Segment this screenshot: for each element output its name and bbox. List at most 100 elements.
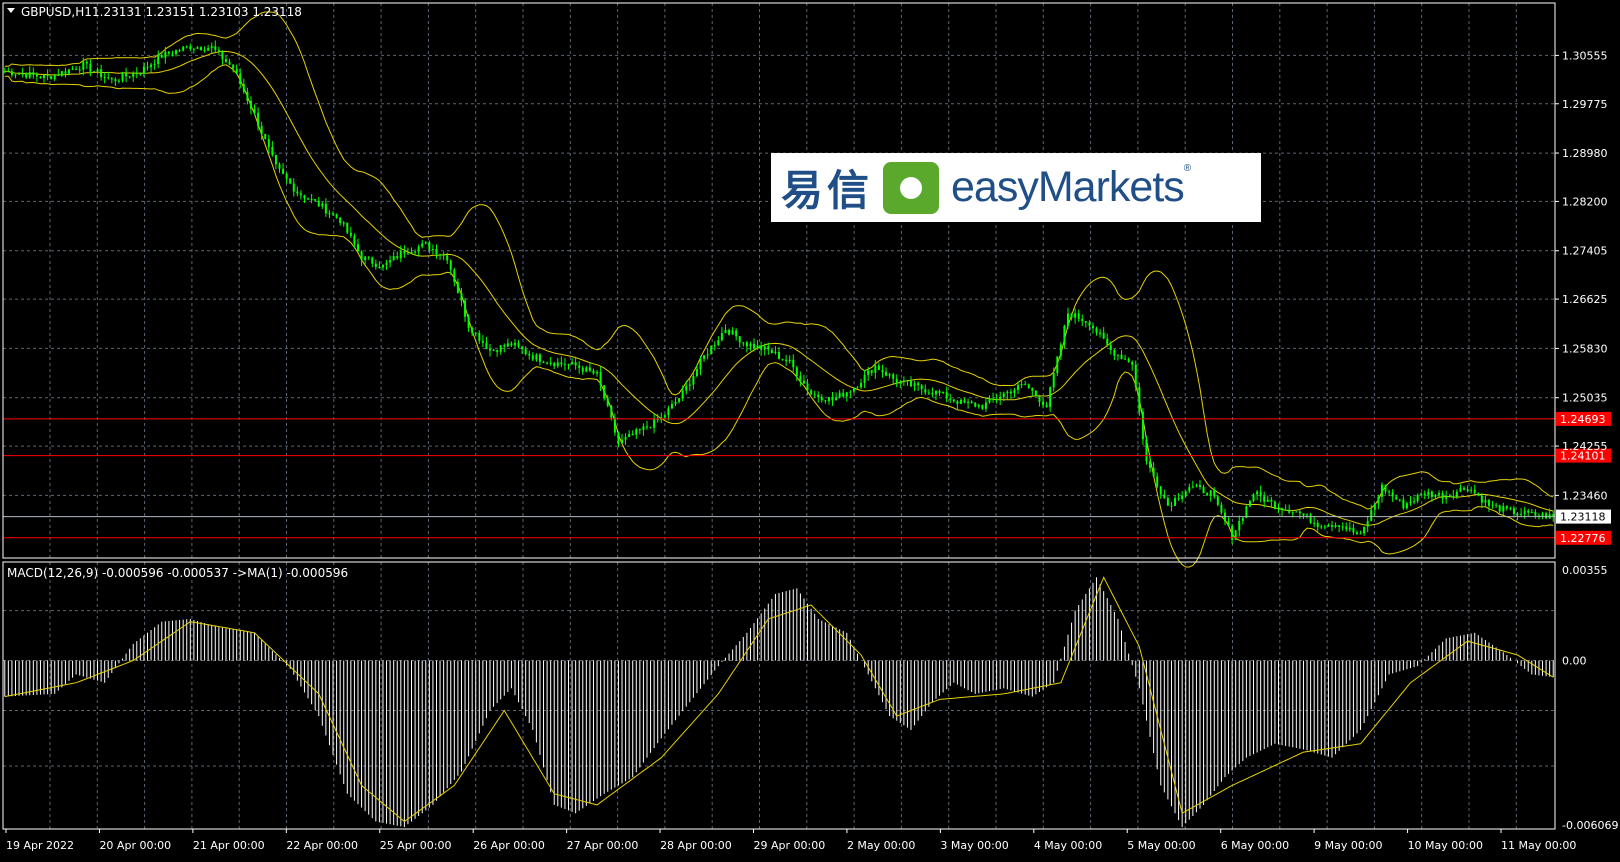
candle-body (1466, 489, 1469, 491)
candle-body (738, 336, 741, 343)
candle-body (999, 396, 1002, 400)
candle-body (624, 437, 627, 440)
bollinger-bands (4, 11, 1554, 568)
candle-body (1498, 505, 1501, 512)
macd-tick-label: 0.00 (1562, 655, 1587, 668)
candle-body (1302, 513, 1305, 516)
candle-body (628, 433, 631, 438)
candle-body (189, 46, 192, 50)
candle-body (299, 193, 302, 196)
candle-body (728, 329, 731, 335)
candle-body (553, 363, 556, 367)
candle-body (100, 69, 103, 78)
candle-body (1248, 501, 1251, 507)
candle-body (1327, 525, 1330, 527)
current-price-label: 1.23118 (1560, 511, 1606, 524)
candle-body (742, 342, 745, 344)
candle-body (1227, 521, 1230, 526)
candle-body (1138, 387, 1141, 412)
candle-body (1102, 332, 1105, 339)
candle-body (1273, 501, 1276, 509)
candle-body (1341, 526, 1344, 528)
candle-body (1484, 500, 1487, 503)
candle-body (406, 253, 409, 255)
candle-body (160, 55, 163, 58)
candle-body (403, 251, 406, 254)
candle-body (164, 51, 167, 58)
candle-body (1438, 493, 1441, 495)
candle-body (1448, 496, 1451, 498)
candle-body (260, 126, 263, 134)
candle-body (1405, 503, 1408, 509)
candle-body (1149, 461, 1152, 468)
candle-body (1288, 509, 1291, 513)
candle-body (435, 249, 438, 255)
candle-body (1045, 405, 1048, 407)
macd-tick-label: 0.00355 (1562, 564, 1608, 577)
candle-body (232, 64, 235, 69)
candle-body (517, 342, 520, 347)
candle-body (852, 388, 855, 392)
candle-body (959, 399, 962, 404)
candle-body (574, 362, 577, 366)
candle-body (353, 235, 356, 245)
main-panel-frame (2, 2, 1556, 559)
candle-body (1017, 385, 1020, 390)
candle-body (571, 362, 574, 365)
candle-body (631, 433, 634, 435)
candle-body (785, 359, 788, 362)
candle-body (392, 256, 395, 261)
candle-body (988, 398, 991, 403)
candle-body (1338, 525, 1341, 527)
candle-body (596, 372, 599, 374)
candle-body (992, 398, 995, 400)
candle-body (274, 155, 277, 165)
time-tick-label: 10 May 00:00 (1408, 839, 1483, 852)
candle-body (335, 214, 338, 218)
candle-body (1199, 485, 1202, 488)
candle-body (1095, 328, 1098, 333)
candle-body (606, 398, 609, 406)
candle-body (385, 262, 388, 266)
candle-body (1234, 530, 1237, 540)
candle-body (681, 390, 684, 399)
time-axis: 19 Apr 2022 20 Apr 00:00 21 Apr 00:00 22 Ap… (5, 829, 1576, 852)
candle-body (1081, 318, 1084, 322)
candle-body (845, 392, 848, 397)
candle-body (542, 361, 545, 363)
candle-body (431, 249, 434, 251)
candle-body (799, 376, 802, 381)
symbol-dropdown-icon[interactable] (7, 8, 15, 13)
candle-body (1295, 511, 1298, 513)
candle-body (14, 74, 17, 76)
candle-body (860, 383, 863, 388)
candle-body (1552, 513, 1555, 516)
candle-body (1188, 487, 1191, 492)
candle-body (1470, 489, 1473, 491)
candles (3, 40, 1555, 545)
candle-body (560, 362, 563, 365)
candle-body (424, 242, 427, 244)
candle-body (1459, 488, 1462, 492)
candle-body (688, 384, 691, 386)
candle-body (1413, 501, 1416, 503)
candle-body (1106, 338, 1109, 345)
candle-body (817, 394, 820, 397)
candle-body (1359, 533, 1362, 535)
candle-body (1395, 496, 1398, 500)
candle-body (1423, 493, 1426, 496)
candle-body (328, 213, 331, 215)
candle-body (467, 316, 470, 328)
candle-body (374, 263, 377, 267)
candle-body (460, 292, 463, 301)
candle-body (546, 362, 549, 364)
candle-body (271, 147, 274, 156)
candle-body (528, 354, 531, 356)
candle-body (720, 333, 723, 341)
candle-body (64, 71, 67, 74)
candle-body (1166, 498, 1169, 506)
candle-body (110, 78, 113, 80)
candle-body (1505, 505, 1508, 509)
candle-body (439, 254, 442, 256)
candle-body (18, 73, 21, 75)
